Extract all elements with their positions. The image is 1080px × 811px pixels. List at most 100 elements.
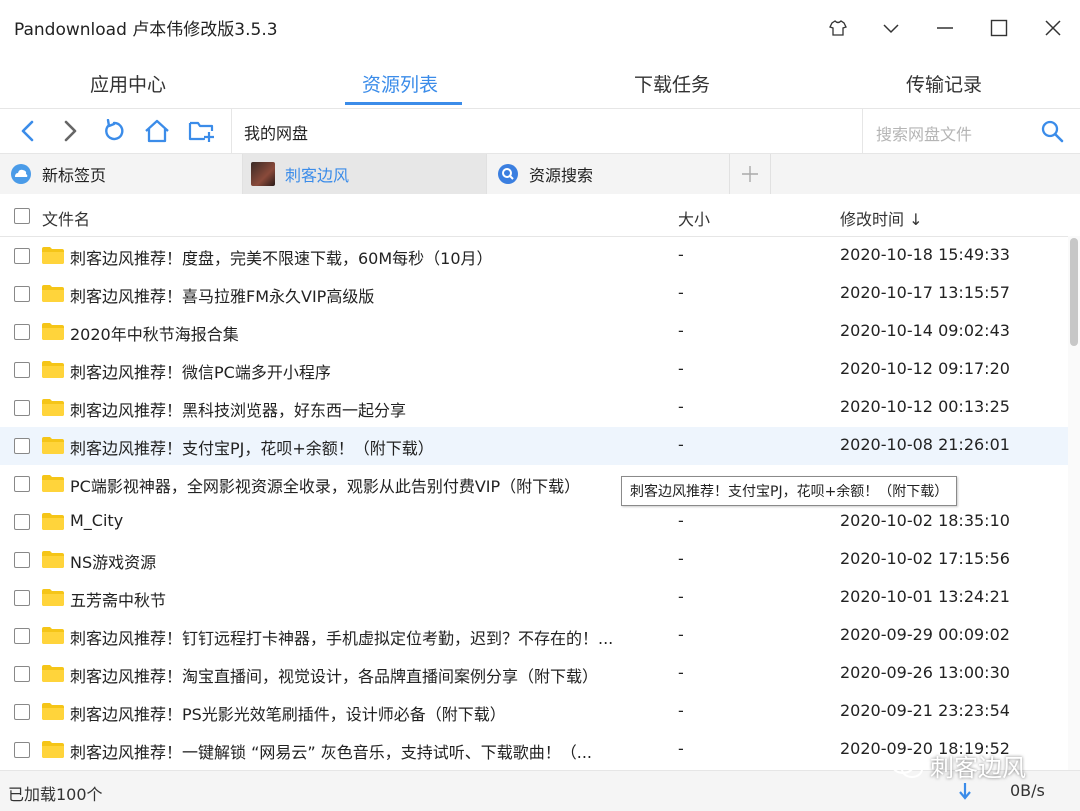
row-checkbox[interactable] <box>14 666 30 682</box>
row-checkbox[interactable] <box>14 248 30 264</box>
row-checkbox[interactable] <box>14 400 30 416</box>
table-row[interactable]: 刺客边风推荐！度盘，完美不限速下载，60M每秒（10月） - 2020-10-18 … <box>0 237 1068 275</box>
file-modified: 2020-10-18 15:49:33 <box>840 245 1010 264</box>
column-header-name[interactable]: 文件名 <box>42 206 90 230</box>
file-modified: 2020-09-26 13:00:30 <box>840 663 1010 682</box>
file-name[interactable]: 刺客边风推荐！喜马拉雅FM永久VIP高级版 <box>70 283 374 307</box>
scrollbar[interactable] <box>1068 236 1080 770</box>
table-row[interactable]: NS游戏资源 - 2020-10-02 17:15:56 <box>0 541 1068 579</box>
tab-download-tasks[interactable]: 下载任务 <box>634 70 710 97</box>
table-row[interactable]: 刺客边风推荐！支付宝PJ，花呗+余额！（附下载） - 2020-10-08 21:2… <box>0 427 1068 465</box>
file-size: - <box>678 701 684 720</box>
chevron-down-icon[interactable] <box>877 14 905 42</box>
maximize-button[interactable] <box>985 14 1013 42</box>
file-modified: 2020-10-17 13:15:57 <box>840 283 1010 302</box>
subtab-new-tab[interactable]: 新标签页 <box>0 154 243 194</box>
row-checkbox[interactable] <box>14 552 30 568</box>
toolbar: 我的网盘 搜索网盘文件 <box>0 109 1080 153</box>
file-modified: 2020-10-12 00:13:25 <box>840 397 1010 416</box>
table-row[interactable]: 刺客边风推荐！微信PC端多开小程序 - 2020-10-12 09:17:20 <box>0 351 1068 389</box>
scrollbar-thumb[interactable] <box>1070 238 1078 346</box>
tab-resource-list[interactable]: 资源列表 <box>362 70 438 97</box>
file-name[interactable]: 刺客边风推荐！钉钉远程打卡神器，手机虚拟定位考勤，迟到？不存在的！... <box>70 625 613 649</box>
row-checkbox[interactable] <box>14 438 30 454</box>
add-tab-button[interactable] <box>730 154 771 194</box>
main-tabs: 应用中心 资源列表 下载任务 传输记录 <box>0 58 1080 108</box>
close-button[interactable] <box>1039 14 1067 42</box>
folder-icon <box>42 247 64 264</box>
app-title: Pandownload 卢本伟修改版3.5.3 <box>14 20 278 40</box>
tab-app-center[interactable]: 应用中心 <box>90 70 166 97</box>
file-name[interactable]: M_City <box>70 511 123 530</box>
row-checkbox[interactable] <box>14 704 30 720</box>
file-modified: 2020-10-12 09:17:20 <box>840 359 1010 378</box>
folder-icon <box>42 703 64 720</box>
skin-icon[interactable] <box>824 14 852 42</box>
divider <box>862 109 863 153</box>
download-speed: 0B/s <box>1010 781 1045 800</box>
row-checkbox[interactable] <box>14 476 30 492</box>
home-icon[interactable] <box>143 117 171 145</box>
file-size: - <box>678 587 684 606</box>
file-name[interactable]: 五芳斋中秋节 <box>70 587 166 611</box>
table-row[interactable]: 刺客边风推荐！黑科技浏览器，好东西一起分享 - 2020-10-12 00:13:2… <box>0 389 1068 427</box>
cloud-icon <box>10 163 32 185</box>
refresh-icon[interactable] <box>100 117 128 145</box>
file-name[interactable]: 刺客边风推荐！PS光影光效笔刷插件，设计师必备（附下载） <box>70 701 506 725</box>
row-checkbox[interactable] <box>14 324 30 340</box>
subtab-label: 新标签页 <box>42 166 107 185</box>
select-all-checkbox[interactable] <box>14 208 30 224</box>
file-name[interactable]: PC端影视神器，全网影视资源全收录，观影从此告别付费VIP（附下载） <box>70 473 580 497</box>
file-size: - <box>678 321 684 340</box>
file-name[interactable]: 刺客边风推荐！黑科技浏览器，好东西一起分享 <box>70 397 406 421</box>
file-name[interactable]: 2020年中秋节海报合集 <box>70 321 239 345</box>
file-name[interactable]: 刺客边风推荐！支付宝PJ，花呗+余额！（附下载） <box>70 435 434 459</box>
table-row[interactable]: 刺客边风推荐！钉钉远程打卡神器，手机虚拟定位考勤，迟到？不存在的！... - 202… <box>0 617 1068 655</box>
file-size: - <box>678 663 684 682</box>
folder-icon <box>42 323 64 340</box>
tab-transfer-history[interactable]: 传输记录 <box>906 70 982 97</box>
wechat-icon <box>891 753 923 778</box>
folder-icon <box>42 665 64 682</box>
row-checkbox[interactable] <box>14 590 30 606</box>
tooltip: 刺客边风推荐！支付宝PJ，花呗+余额！（附下载） <box>621 476 958 506</box>
file-name[interactable]: 刺客边风推荐！一键解锁 “网易云” 灰色音乐，支持试听、下载歌曲！（... <box>70 739 592 763</box>
table-row[interactable]: 刺客边风推荐！喜马拉雅FM永久VIP高级版 - 2020-10-17 13:15:5… <box>0 275 1068 313</box>
folder-icon <box>42 627 64 644</box>
new-folder-icon[interactable] <box>188 117 216 145</box>
subtab-resource-search[interactable]: 资源搜索 <box>487 154 730 194</box>
column-header-modified[interactable]: 修改时间 ↓ <box>840 206 923 230</box>
forward-arrow-icon[interactable] <box>56 117 84 145</box>
row-checkbox[interactable] <box>14 362 30 378</box>
table-row[interactable]: 刺客边风推荐！PS光影光效笔刷插件，设计师必备（附下载） - 2020-09-21 … <box>0 693 1068 731</box>
row-checkbox[interactable] <box>14 742 30 758</box>
active-tab-indicator <box>345 102 462 105</box>
file-size: - <box>678 435 684 454</box>
row-checkbox[interactable] <box>14 514 30 530</box>
file-modified: 2020-10-14 09:02:43 <box>840 321 1010 340</box>
path-input[interactable]: 我的网盘 <box>244 120 308 144</box>
table-row[interactable]: 2020年中秋节海报合集 - 2020-10-14 09:02:43 <box>0 313 1068 351</box>
column-header-size[interactable]: 大小 <box>678 206 710 230</box>
minimize-button[interactable] <box>931 14 959 42</box>
search-input[interactable]: 搜索网盘文件 <box>876 121 972 145</box>
file-name[interactable]: 刺客边风推荐！度盘，完美不限速下载，60M每秒（10月） <box>70 245 493 269</box>
row-checkbox[interactable] <box>14 286 30 302</box>
file-modified: 2020-10-02 18:35:10 <box>840 511 1010 530</box>
search-icon[interactable] <box>1038 117 1066 145</box>
file-modified: 2020-10-02 17:15:56 <box>840 549 1010 568</box>
table-row[interactable]: M_City - 2020-10-02 18:35:10 <box>0 503 1068 541</box>
file-modified: 2020-09-29 00:09:02 <box>840 625 1010 644</box>
file-name[interactable]: NS游戏资源 <box>70 549 156 573</box>
avatar <box>251 162 275 186</box>
file-size: - <box>678 359 684 378</box>
file-name[interactable]: 刺客边风推荐！微信PC端多开小程序 <box>70 359 331 383</box>
subtab-user[interactable]: 刺客边风 <box>243 154 487 194</box>
file-modified: 2020-10-01 13:24:21 <box>840 587 1010 606</box>
table-row[interactable]: 刺客边风推荐！淘宝直播间，视觉设计，各品牌直播间案例分享（附下载） - 2020-0… <box>0 655 1068 693</box>
back-arrow-icon[interactable] <box>14 117 42 145</box>
download-arrow-icon <box>958 781 972 805</box>
table-row[interactable]: 五芳斋中秋节 - 2020-10-01 13:24:21 <box>0 579 1068 617</box>
row-checkbox[interactable] <box>14 628 30 644</box>
file-name[interactable]: 刺客边风推荐！淘宝直播间，视觉设计，各品牌直播间案例分享（附下载） <box>70 663 598 687</box>
